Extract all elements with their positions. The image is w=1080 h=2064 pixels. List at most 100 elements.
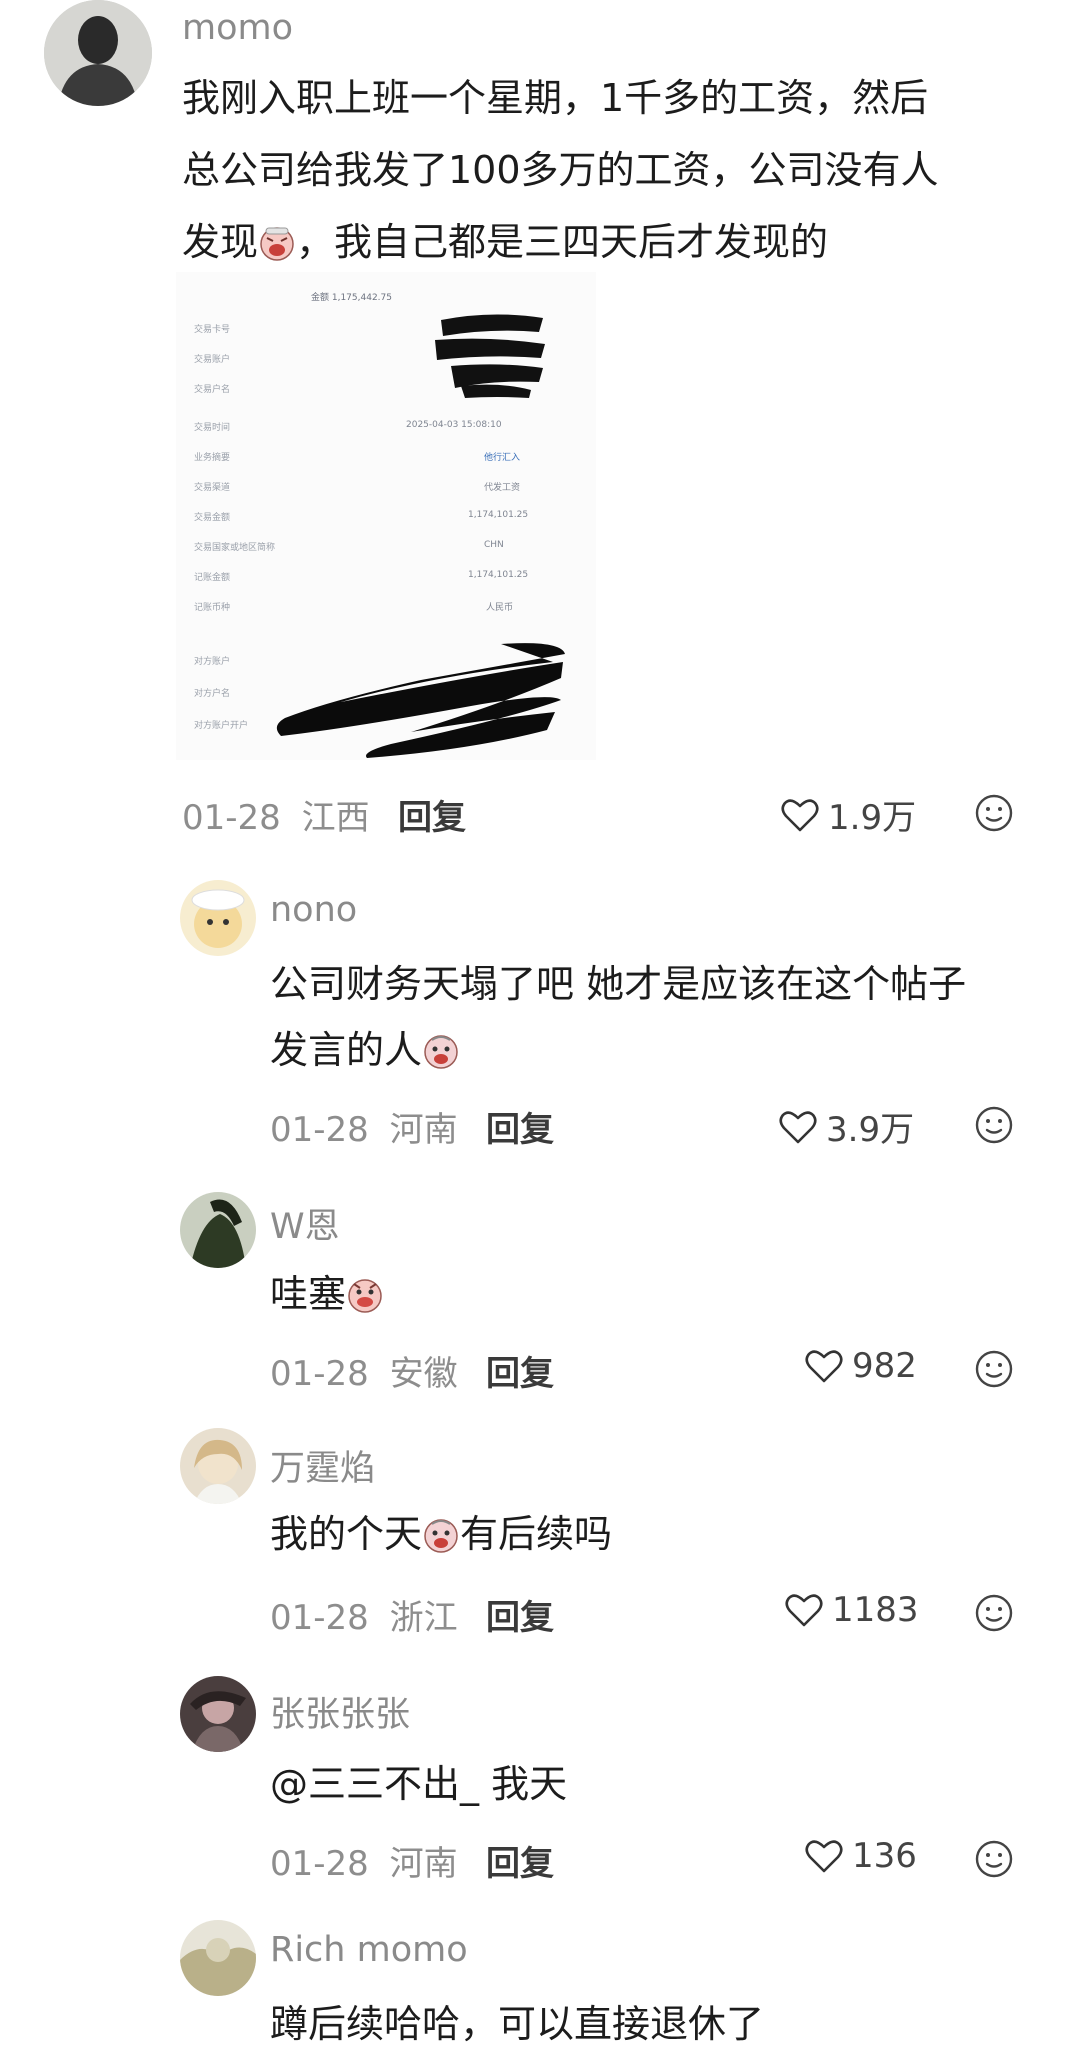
comment-text-line-1: 我的个天 有后续吗 — [270, 1498, 612, 1570]
receipt-value-currency: 人民币 — [486, 603, 514, 613]
receipt-label: 对方户名 — [194, 689, 231, 699]
receipt-value-country: CHN — [484, 540, 504, 550]
receipt-label: 交易时间 — [194, 423, 231, 433]
post-location: 江西 — [301, 798, 370, 838]
receipt-value-booked: 1,174,101.25 — [468, 570, 529, 580]
smiley-face-icon[interactable] — [974, 793, 1014, 833]
comment-date: 01-28 — [270, 1354, 369, 1394]
comment-author-name[interactable]: 张张张张 — [270, 1686, 410, 1737]
comment-text-segment: 发言的人 — [270, 1028, 423, 1072]
comment-reply-button[interactable]: 回复 — [486, 1346, 554, 1395]
comment-text-line-2: 发言的人 — [270, 1014, 460, 1086]
comment-meta: 01-28 河南 — [270, 1836, 458, 1885]
crying-face-sticker-icon — [348, 1279, 382, 1313]
comment-like-count: 136 — [852, 1836, 917, 1876]
heart-outline-icon — [785, 1594, 823, 1627]
avatar-image — [180, 1920, 256, 1996]
comment-like-button[interactable]: 982 — [804, 1346, 917, 1386]
receipt-label: 记账币种 — [194, 603, 231, 613]
comment-location: 安徽 — [389, 1354, 458, 1394]
crying-face-sticker-icon — [260, 227, 294, 261]
receipt-label: 对方账户 — [194, 657, 231, 667]
receipt-label: 交易户名 — [194, 385, 231, 395]
post-text-line-3-b: ，我自己都是三四天后才发现的 — [296, 220, 829, 264]
comment-reply-button[interactable]: 回复 — [486, 1102, 554, 1151]
comment-text-segment: 我的个天 — [270, 1512, 423, 1556]
comment-meta: 01-28 安徽 — [270, 1346, 458, 1395]
comment-avatar[interactable] — [180, 1428, 256, 1504]
comment-location: 浙江 — [389, 1598, 458, 1638]
comment-like-count: 1183 — [832, 1590, 919, 1630]
comment-location: 河南 — [389, 1844, 458, 1884]
smiley-face-icon[interactable] — [974, 1105, 1014, 1145]
comment-like-button[interactable]: 3.9万 — [778, 1102, 914, 1151]
comment-text-line-1: @三三不出_ 我天 — [270, 1762, 568, 1806]
comment-like-count: 982 — [852, 1346, 917, 1386]
post-reply-button[interactable]: 回复 — [398, 790, 466, 839]
comment-text-segment: 哇塞 — [270, 1272, 347, 1316]
comment-text-segment: 有后续吗 — [460, 1512, 613, 1556]
comment-author-name[interactable]: W恩 — [270, 1198, 340, 1249]
receipt-label: 业务摘要 — [194, 453, 231, 463]
comment-avatar[interactable] — [180, 1192, 256, 1268]
post-author-name[interactable]: momo — [182, 8, 293, 48]
receipt-value-channel: 代发工资 — [484, 483, 521, 493]
comment-avatar[interactable] — [180, 1920, 256, 1996]
comment-location: 河南 — [389, 1110, 458, 1150]
heart-outline-icon — [781, 798, 819, 831]
receipt-label: 交易国家或地区简称 — [194, 543, 276, 553]
receipt-value-summary: 他行汇入 — [484, 453, 521, 463]
heart-outline-icon — [805, 1350, 843, 1383]
receipt-label: 记账金额 — [194, 573, 231, 583]
comment-like-button[interactable]: 136 — [804, 1836, 917, 1876]
avatar-image — [180, 1428, 256, 1504]
post-meta: 01-28 江西 — [182, 790, 370, 839]
post-text-line-3-a: 发现 — [182, 220, 259, 264]
receipt-label: 交易金额 — [194, 513, 231, 523]
receipt-label: 交易渠道 — [194, 483, 231, 493]
receipt-value-time: 2025-04-03 15:08:10 — [406, 420, 502, 430]
comment-date: 01-28 — [270, 1598, 369, 1638]
comment-date: 01-28 — [270, 1110, 369, 1150]
comment-author-name[interactable]: 万霆焰 — [270, 1440, 375, 1491]
comment-meta: 01-28 河南 — [270, 1102, 458, 1151]
comment-like-button[interactable]: 1183 — [784, 1590, 919, 1630]
post-text-line-1: 我刚入职上班一个星期，1千多的工资，然后 — [182, 76, 929, 120]
smiley-face-icon[interactable] — [974, 1593, 1014, 1633]
avatar-image — [44, 0, 152, 106]
smiley-face-icon[interactable] — [974, 1839, 1014, 1879]
receipt-label: 交易账户 — [194, 355, 231, 365]
avatar-image — [180, 1676, 256, 1752]
post-text-line-2: 总公司给我发了100多万的工资，公司没有人 — [182, 148, 939, 192]
post-like-count: 1.9万 — [828, 798, 917, 838]
heart-outline-icon — [805, 1840, 843, 1873]
redaction-scribble-bottom — [276, 643, 565, 758]
comment-author-name[interactable]: Rich momo — [270, 1930, 468, 1970]
smiley-face-icon[interactable] — [974, 1349, 1014, 1389]
transaction-receipt-image[interactable]: 金额 1,175,442.75 交易卡号 交易账户 交易户名 交易时间 业务摘要… — [176, 272, 596, 760]
heart-outline-icon — [779, 1110, 817, 1143]
crying-face-sticker-icon — [424, 1519, 458, 1553]
post-author-avatar[interactable] — [44, 0, 152, 106]
crying-face-sticker-icon — [424, 1035, 458, 1069]
comment-avatar[interactable] — [180, 880, 256, 956]
comment-text-line-1: 哇塞 — [270, 1258, 384, 1330]
comment-author-name[interactable]: nono — [270, 890, 357, 930]
redaction-scribble-top — [435, 314, 545, 398]
avatar-image — [180, 880, 256, 956]
receipt-label: 交易卡号 — [194, 325, 231, 335]
comment-meta: 01-28 浙江 — [270, 1590, 458, 1639]
receipt-value-amount: 1,174,101.25 — [468, 510, 529, 520]
post-like-button[interactable]: 1.9万 — [780, 790, 916, 839]
post-date: 01-28 — [182, 798, 281, 838]
comment-like-count: 3.9万 — [826, 1110, 915, 1150]
receipt-label: 对方账户开户 — [194, 721, 249, 731]
comment-reply-button[interactable]: 回复 — [486, 1590, 554, 1639]
comment-reply-button[interactable]: 回复 — [486, 1836, 554, 1885]
comment-avatar[interactable] — [180, 1676, 256, 1752]
post-text-line-3: 发现 ，我自己都是三四天后才发现的 — [182, 206, 828, 278]
comment-text-line-1: 蹲后续哈哈，可以直接退休了 — [270, 2002, 765, 2046]
comment-text-line-1: 公司财务天塌了吧 她才是应该在这个帖子 — [270, 962, 967, 1006]
avatar-image — [180, 1192, 256, 1268]
comment-date: 01-28 — [270, 1844, 369, 1884]
